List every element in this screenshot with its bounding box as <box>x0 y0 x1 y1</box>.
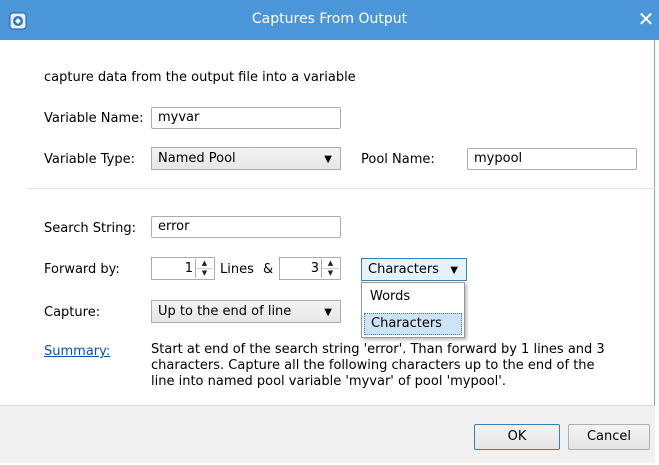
unit-dropdown-list: Words Characters <box>361 282 465 338</box>
forward-by-label: Forward by: <box>44 262 120 277</box>
chevron-down-icon: ▼ <box>324 307 332 318</box>
chevron-down-icon: ▼ <box>450 265 458 276</box>
dropdown-option-words[interactable]: Words <box>364 287 462 309</box>
capture-label: Capture: <box>44 305 101 320</box>
search-string-label: Search String: <box>44 221 136 236</box>
stepper-up-icon[interactable]: ▲ <box>196 259 213 269</box>
section-divider <box>27 188 655 189</box>
variable-type-label: Variable Type: <box>44 152 136 167</box>
capture-select[interactable]: Up to the end of line ▼ <box>151 300 341 323</box>
stepper-up-icon[interactable]: ▲ <box>322 259 339 269</box>
unit-select-value: Characters <box>368 262 439 277</box>
dialog-window: Captures From Output ✕ capture data from… <box>0 0 659 463</box>
stepper-down-icon[interactable]: ▼ <box>322 269 339 278</box>
variable-name-input[interactable]: myvar <box>151 107 341 129</box>
intro-text: capture data from the output file into a… <box>44 70 356 85</box>
pool-name-input[interactable]: mypool <box>467 148 637 170</box>
ampersand-label: & <box>263 262 274 277</box>
variable-name-label: Variable Name: <box>44 111 144 126</box>
capture-select-value: Up to the end of line <box>158 304 292 319</box>
unit-select[interactable]: Characters ▼ <box>361 258 467 281</box>
summary-text: Start at end of the search string 'error… <box>151 342 605 389</box>
dropdown-option-characters[interactable]: Characters <box>364 313 462 335</box>
variable-type-value: Named Pool <box>158 151 236 166</box>
lines-stepper[interactable]: 1 ▲ ▼ <box>151 257 215 280</box>
characters-stepper[interactable]: 3 ▲ ▼ <box>279 257 341 280</box>
title-bar: Captures From Output ✕ <box>0 0 659 40</box>
ok-button[interactable]: OK <box>474 424 560 450</box>
lines-label: Lines <box>220 262 254 277</box>
summary-link[interactable]: Summary: <box>44 344 110 359</box>
chevron-down-icon: ▼ <box>324 154 332 165</box>
characters-stepper-buttons: ▲ ▼ <box>321 259 339 278</box>
lines-value: 1 <box>184 261 193 276</box>
pool-name-label: Pool Name: <box>361 152 435 167</box>
lines-stepper-buttons: ▲ ▼ <box>195 259 213 278</box>
cancel-button[interactable]: Cancel <box>568 424 650 450</box>
window-title: Captures From Output <box>251 11 408 27</box>
characters-value: 3 <box>310 261 319 276</box>
stepper-down-icon[interactable]: ▼ <box>196 269 213 278</box>
search-string-input[interactable]: error <box>151 216 341 238</box>
button-bar: OK Cancel <box>0 405 655 463</box>
close-icon[interactable]: ✕ <box>635 7 657 31</box>
variable-type-select[interactable]: Named Pool ▼ <box>151 147 341 170</box>
